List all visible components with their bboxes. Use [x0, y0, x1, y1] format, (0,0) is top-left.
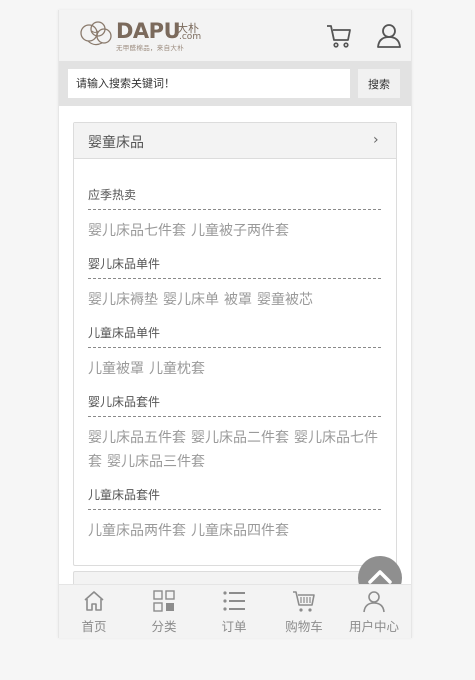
group-title: 婴儿床品套件 [88, 395, 161, 409]
group-divider [88, 416, 381, 417]
user-icon [363, 591, 385, 613]
link-list: 婴儿床品五件套 婴儿床品二件套 婴儿床品七件套 婴儿床品三件套 [88, 426, 384, 474]
category-link[interactable]: 婴儿床品七件套 [88, 223, 186, 239]
category-link[interactable]: 婴童被芯 [257, 292, 313, 308]
category-link[interactable]: 儿童床品两件套 [88, 523, 186, 539]
category-title: 婴童床品 [88, 135, 144, 151]
link-list: 儿童床品两件套 儿童床品四件套 [88, 519, 384, 543]
cart-icon [293, 591, 315, 612]
category-link[interactable]: 婴儿床单 [163, 292, 219, 308]
category-link[interactable]: 儿童被罩 [88, 361, 144, 377]
cart-icon [327, 25, 351, 48]
logo-slogan: 无甲醛棉品，来自大朴 [116, 44, 184, 52]
group-title: 婴儿床品单件 [88, 257, 161, 271]
group-title: 儿童床品单件 [88, 326, 161, 340]
bottom-tab-bar: 首页 分类 订单 购物车 用户中心 [59, 584, 411, 638]
link-list: 婴儿床褥垫 婴儿床单 被罩 婴童被芯 [88, 288, 384, 312]
home-icon [84, 591, 104, 611]
group-title: 儿童床品套件 [88, 488, 161, 502]
header-cart-button[interactable] [325, 22, 353, 50]
category-link[interactable]: 儿童被子两件套 [191, 223, 289, 239]
header-user-button[interactable] [375, 22, 403, 50]
category-link[interactable]: 婴儿床褥垫 [88, 292, 158, 308]
category-link[interactable]: 婴儿床品五件套 [88, 430, 186, 446]
tab-user-center[interactable]: 用户中心 [339, 585, 409, 638]
tab-home[interactable]: 首页 [59, 585, 129, 638]
group-divider [88, 509, 381, 510]
category-icon [153, 590, 175, 612]
tab-cart[interactable]: 购物车 [269, 585, 339, 638]
category-link[interactable]: 被罩 [224, 292, 252, 308]
link-list: 婴儿床品七件套 儿童被子两件套 [88, 219, 384, 243]
logo-wordmark: DAPU [116, 19, 181, 43]
search-bar: 搜索 [59, 61, 411, 106]
group-divider [88, 347, 381, 348]
user-icon [377, 24, 401, 48]
logo-suffix: .com [179, 32, 202, 42]
search-input[interactable] [68, 69, 350, 98]
tab-label: 首页 [81, 619, 107, 634]
tab-label: 订单 [221, 619, 247, 634]
list-icon [223, 591, 245, 611]
search-button[interactable]: 搜索 [358, 69, 400, 98]
category-link[interactable]: 婴儿床品三件套 [107, 454, 205, 470]
tab-label: 用户中心 [348, 619, 399, 634]
tab-orders[interactable]: 订单 [199, 585, 269, 638]
tab-label: 分类 [151, 619, 177, 634]
tab-category[interactable]: 分类 [129, 585, 199, 638]
chevron-right-icon: › [373, 132, 379, 148]
top-bar: DAPU 大朴 .com 无甲醛棉品，来自大朴 [59, 10, 411, 61]
mobile-page: DAPU 大朴 .com 无甲醛棉品，来自大朴 搜索 婴童床品 › [58, 10, 412, 638]
brand-logo[interactable]: DAPU 大朴 .com 无甲醛棉品，来自大朴 [78, 19, 203, 53]
cotton-logo-icon [80, 21, 112, 46]
group-divider [88, 209, 381, 210]
link-list: 儿童被罩 儿童枕套 [88, 357, 384, 381]
category-link[interactable]: 婴儿床品二件套 [191, 430, 289, 446]
category-link[interactable]: 儿童床品四件套 [191, 523, 289, 539]
group-divider [88, 278, 381, 279]
category-link[interactable]: 儿童枕套 [149, 361, 205, 377]
category-panel-header[interactable]: 婴童床品 › [74, 123, 396, 159]
tab-label: 购物车 [285, 619, 323, 634]
category-panel: 婴童床品 › 应季热卖 婴儿床品七件套 儿童被子两件套 婴儿床品单件 婴儿床褥垫婴… [73, 122, 397, 566]
group-title: 应季热卖 [88, 188, 137, 202]
